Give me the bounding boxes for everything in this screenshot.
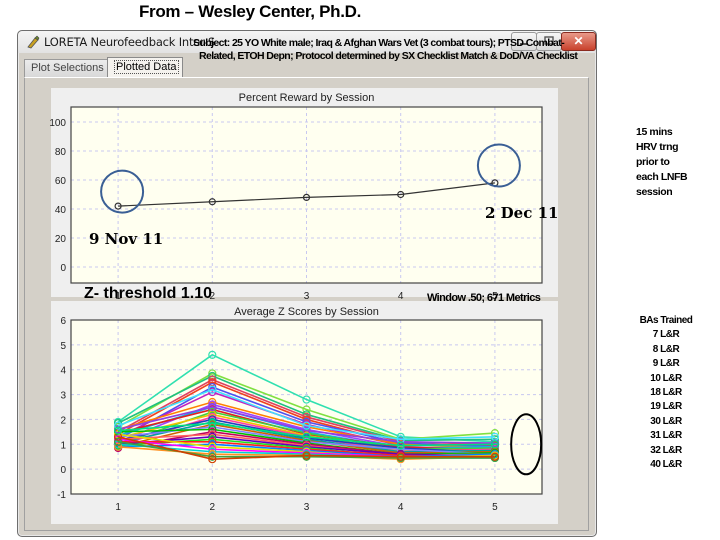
bas-item: 10 L&R	[650, 372, 682, 384]
y-tick-label: 2	[60, 415, 66, 426]
subject-line-1: Subject: 25 YO White male; Iraq & Afghan…	[193, 37, 565, 49]
window-metrics-label: Window .50; 671 Metrics	[427, 292, 541, 304]
y-tick-label: 40	[55, 205, 67, 216]
bas-item: 30 L&R	[650, 415, 682, 427]
y-tick-label: 5	[60, 341, 66, 352]
hrv-note-line: prior to	[636, 156, 670, 168]
x-tick-label: 3	[304, 291, 310, 302]
bas-trained-list: BAs Trained 7 L&R 8 L&R 9 L&R 10 L&R 18 …	[626, 314, 706, 472]
y-tick-label: 100	[49, 118, 66, 129]
percent-reward-chart: Percent Reward by Session0204060801001 2 3…	[49, 92, 543, 302]
end-date-label: 2 Dec 11	[485, 204, 559, 222]
y-tick-label: 1	[60, 440, 66, 451]
y-tick-label: 3	[60, 391, 66, 402]
x-tick-label: 4	[398, 502, 404, 513]
y-tick-label: 4	[60, 366, 66, 377]
bas-item: 9 L&R	[652, 358, 680, 370]
bas-item: 40 L&R	[650, 459, 682, 471]
y-tick-label: -1	[57, 490, 66, 501]
bas-item: 19 L&R	[650, 401, 682, 413]
hrv-note-line: HRV trng	[636, 141, 679, 153]
z-threshold-label: Z- threshold 1.10	[84, 285, 213, 302]
start-date-label: 9 Nov 11	[89, 230, 164, 248]
z-scores-chart: Average Z Scores by Session -1 0 1 2 3 4 5 6 1 2 3 4…	[57, 306, 543, 513]
bas-item: 18 L&R	[650, 387, 682, 399]
bas-item: 31 L&R	[650, 430, 682, 442]
hrv-note: 15 mins HRV trng prior to each LNFB sess…	[636, 125, 688, 200]
x-tick-label: 5	[492, 502, 498, 513]
y-tick-label: 0	[60, 263, 66, 274]
chart-title: Percent Reward by Session	[239, 92, 375, 104]
x-tick-label: 1	[115, 502, 121, 513]
hrv-note-line: each LNFB	[636, 171, 688, 183]
subject-line-2: Related, ETOH Depn; Protocol determined …	[199, 50, 578, 62]
chart-title: Average Z Scores by Session	[234, 306, 379, 318]
bas-item: 7 L&R	[652, 329, 680, 341]
y-tick-label: 0	[60, 465, 66, 476]
hrv-note-line: 15 mins	[636, 126, 673, 138]
x-tick-label: 4	[398, 291, 404, 302]
y-tick-label: 6	[60, 316, 66, 327]
charts-canvas: Percent Reward by Session0204060801001 2 3…	[49, 92, 543, 513]
y-tick-label: 60	[55, 176, 67, 187]
x-tick-label: 2	[210, 502, 216, 513]
hrv-note-line: session	[636, 186, 673, 198]
x-tick-label: 3	[304, 502, 310, 513]
y-tick-label: 80	[55, 147, 67, 158]
bas-item: 8 L&R	[652, 343, 680, 355]
bas-item: 32 L&R	[650, 444, 682, 456]
y-tick-label: 20	[55, 234, 67, 245]
bas-trained-title: BAs Trained	[639, 315, 693, 326]
